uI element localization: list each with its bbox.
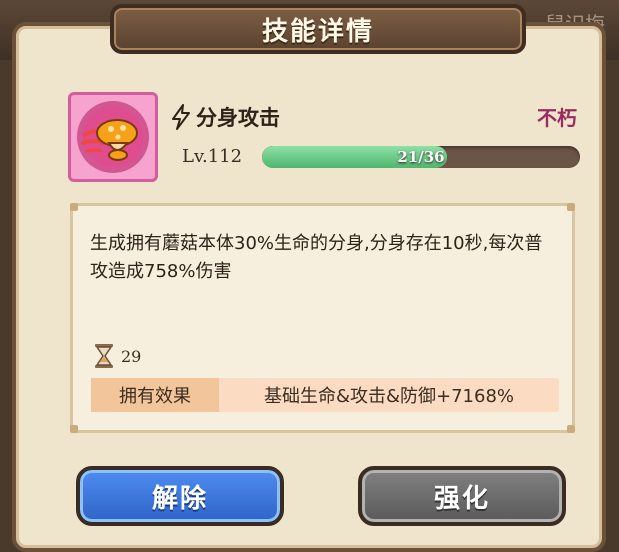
level-progress-bar: 21/36 (262, 146, 580, 168)
lightning-bolt-icon (172, 104, 190, 130)
skill-name: 分身攻击 (196, 106, 280, 130)
owned-effect-value: 基础生命&攻击&防御+7168% (263, 386, 515, 407)
unequip-button[interactable]: 解除 (76, 466, 284, 526)
level-progress-text: 21/36 (397, 148, 445, 166)
corner-ornament (567, 425, 575, 433)
hourglass-icon (95, 344, 113, 368)
skill-description: 生成拥有蘑菇本体30%生命的分身,分身存在10秒,每次普攻造成758%伤害 (90, 233, 543, 282)
corner-ornament (70, 203, 78, 211)
mushroom-icon[interactable] (68, 92, 158, 182)
duration-row: 29 (93, 343, 141, 369)
corner-ornament (567, 203, 575, 211)
owned-effect-label: 拥有效果 (91, 378, 219, 412)
skill-level: Lv.112 (182, 146, 243, 167)
corner-ornament (70, 425, 78, 433)
duration-value: 29 (121, 346, 142, 366)
owned-effect-row: 拥有效果 基础生命&攻击&防御+7168% (91, 378, 559, 412)
description-box: 生成拥有蘑菇本体30%生命的分身,分身存在10秒,每次普攻造成758%伤害 29… (70, 203, 575, 433)
skill-name-row: 分身攻击 (170, 100, 280, 134)
skill-tier: 不朽 (537, 106, 577, 130)
upgrade-button[interactable]: 强化 (358, 466, 566, 526)
dialog-title: 技能详情 (110, 4, 526, 54)
